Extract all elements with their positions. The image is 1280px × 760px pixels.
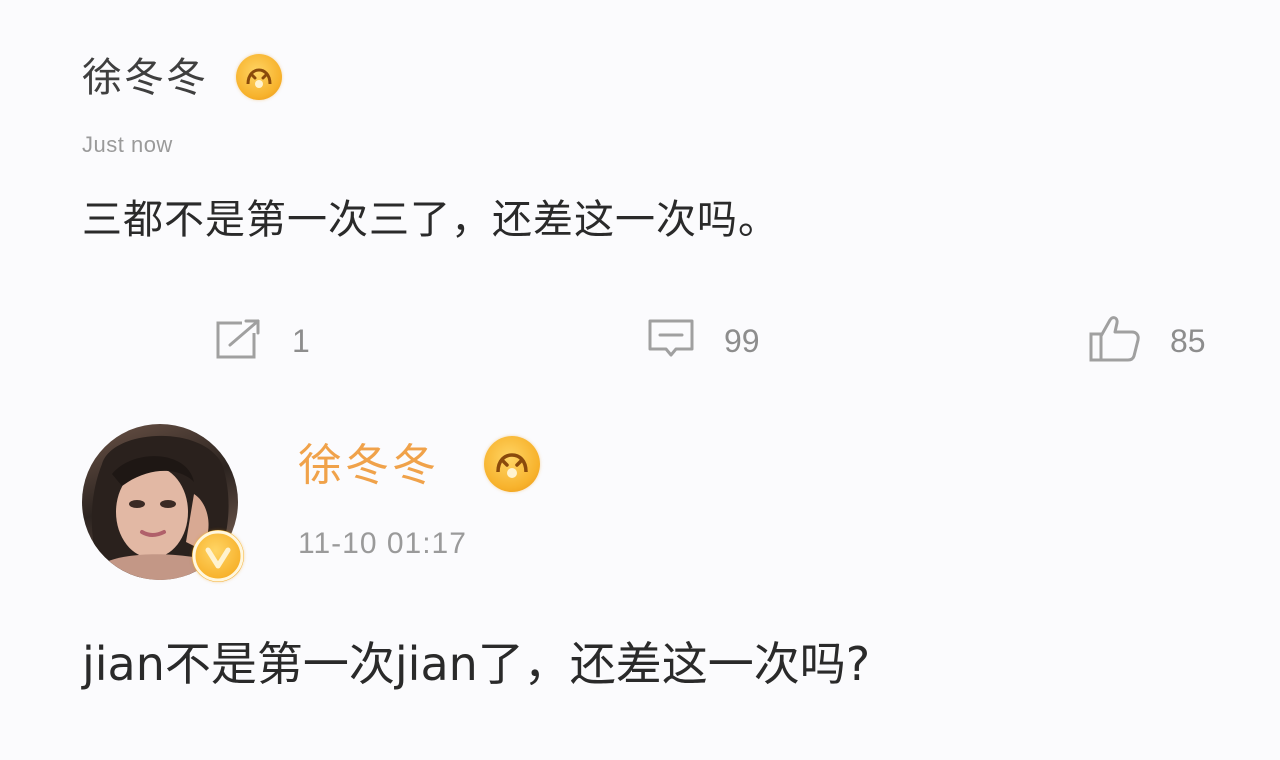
verified-v-icon [192, 530, 244, 582]
post-timestamp: Just now [82, 132, 173, 157]
comment-icon [646, 317, 696, 366]
vip-crown-icon [236, 54, 282, 100]
comment-button[interactable]: 99 [646, 314, 760, 368]
repost-button[interactable]: 1 [214, 314, 310, 368]
post-content: 三都不是第一次三了，还差这一次吗。 [82, 197, 779, 243]
post-card: 徐冬冬 Just now 三都不是第一次三了，还差这一次吗。 [0, 0, 1280, 290]
comment-content: jian不是第一次jian了，还差这一次吗? [82, 637, 871, 691]
post-username[interactable]: 徐冬冬 [82, 50, 208, 106]
like-button[interactable]: 85 [1088, 314, 1206, 368]
comment-count: 99 [724, 323, 760, 359]
weibo-feed: 徐冬冬 Just now 三都不是第一次三了，还差这一次吗。 1 99 85 徐… [0, 0, 1280, 760]
repost-icon [214, 316, 264, 366]
thumbs-up-icon [1088, 314, 1142, 369]
vip-crown-icon [484, 436, 540, 492]
repost-count: 1 [292, 323, 310, 359]
like-count: 85 [1170, 323, 1206, 359]
comment-username[interactable]: 徐冬冬 [298, 436, 439, 496]
comment-timestamp: 11-10 01:17 [298, 527, 467, 560]
